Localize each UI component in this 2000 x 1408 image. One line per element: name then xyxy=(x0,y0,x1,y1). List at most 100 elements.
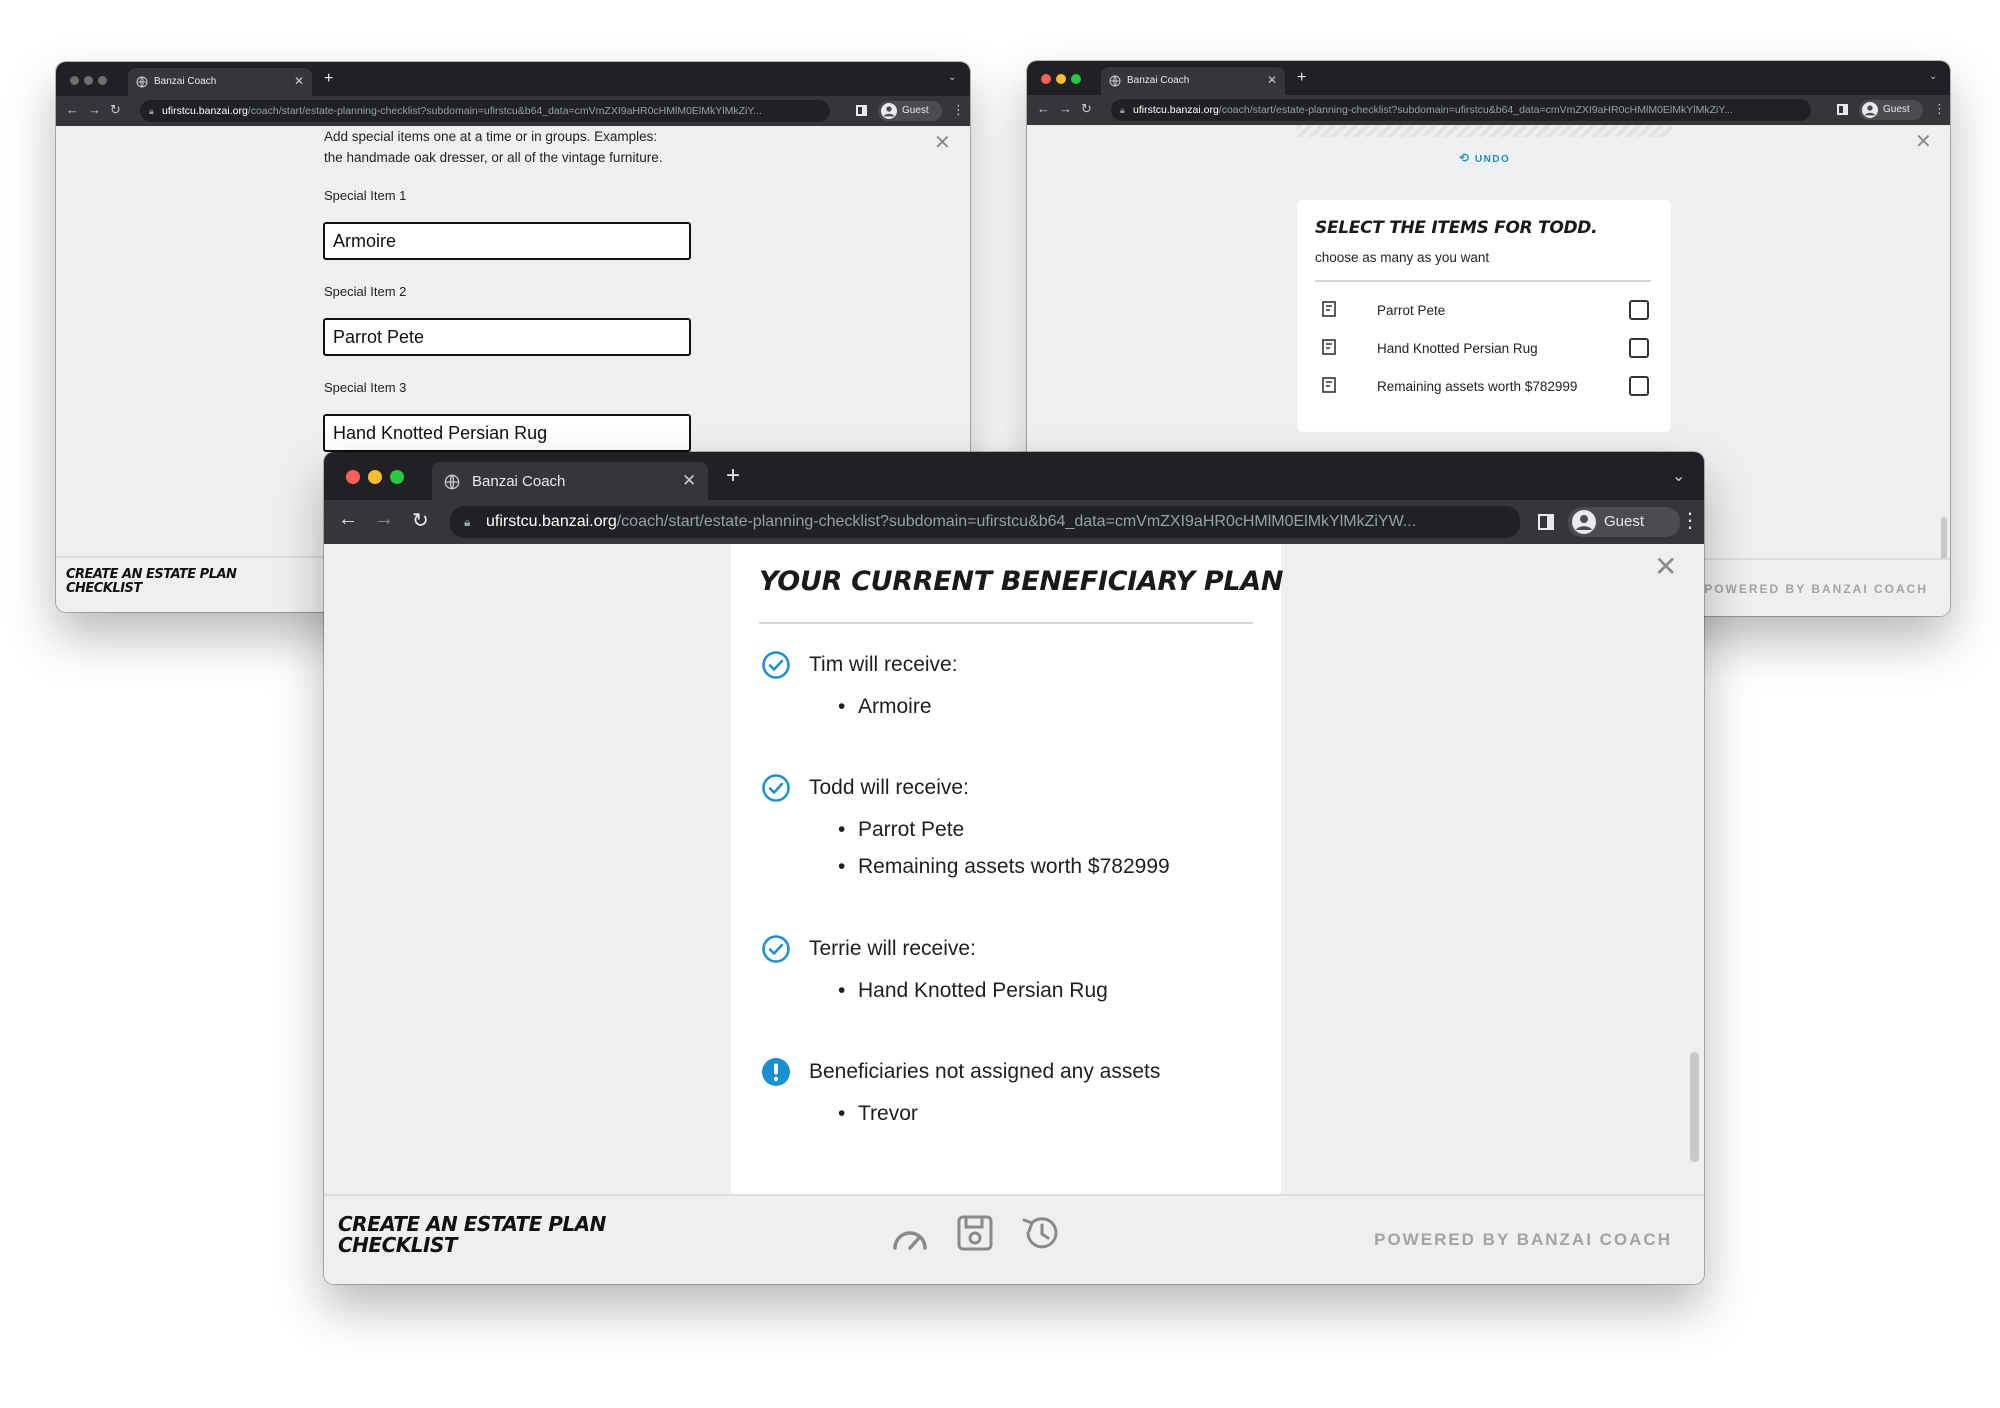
profile-button[interactable]: Guest xyxy=(1568,507,1680,537)
special-item-3-value: Hand Knotted Persian Rug xyxy=(333,423,548,443)
tab-search-chevron-icon[interactable]: ⌄ xyxy=(948,72,956,83)
hatched-divider xyxy=(1297,125,1672,137)
browser-menu-icon[interactable]: ⋮ xyxy=(1680,508,1700,533)
app-footer: Create an estate plan checklist POWERED … xyxy=(324,1194,1704,1284)
url-path: /coach/start/estate-planning-checklist?s… xyxy=(247,105,762,117)
undo-button[interactable]: ⟲ UNDO xyxy=(1459,151,1510,165)
browser-toolbar: ← → ↻ 🔒︎ ufirstcu.banzai.org/coach/start… xyxy=(56,96,970,126)
address-bar[interactable]: 🔒︎ ufirstcu.banzai.org/coach/start/estat… xyxy=(1111,99,1811,121)
unassigned-group: Beneficiaries not assigned any assets Tr… xyxy=(731,1057,1281,1157)
divider xyxy=(1315,280,1651,282)
close-icon[interactable]: ✕ xyxy=(1654,550,1677,583)
tab-close-icon[interactable]: ✕ xyxy=(1267,73,1277,87)
special-item-2-input[interactable]: Parrot Pete xyxy=(323,318,691,356)
item-card-icon xyxy=(1322,339,1336,355)
window-minimize-light[interactable] xyxy=(1056,74,1066,84)
url-host: ufirstcu.banzai.org xyxy=(486,513,617,530)
window-zoom-light[interactable] xyxy=(390,470,404,484)
check-circle-icon xyxy=(762,935,790,963)
item-card-icon xyxy=(1322,377,1336,393)
forward-arrow-icon[interactable]: → xyxy=(374,508,394,531)
window-minimize-light[interactable] xyxy=(368,470,382,484)
close-icon[interactable]: ✕ xyxy=(934,130,951,155)
list-item: Remaining assets worth $782999 xyxy=(838,855,1170,879)
brand-line-2: checklist xyxy=(66,580,142,596)
special-item-3-input[interactable]: Hand Knotted Persian Rug xyxy=(323,414,691,452)
address-bar[interactable]: 🔒︎ ufirstcu.banzai.org/coach/start/estat… xyxy=(140,100,830,122)
new-tab-button[interactable]: + xyxy=(726,462,740,490)
reload-icon[interactable]: ↻ xyxy=(110,102,121,118)
forward-arrow-icon[interactable]: → xyxy=(88,102,101,117)
tab-strip: Banzai Coach ✕ + ⌄ xyxy=(1027,61,1950,95)
brand-line-1: Create an estate plan xyxy=(338,1212,606,1236)
browser-menu-icon[interactable]: ⋮ xyxy=(1933,101,1946,117)
page-content: ✕ Your current beneficiary plan Tim will… xyxy=(324,544,1704,1194)
item-selection-card: Select the items for Todd. choose as man… xyxy=(1297,200,1671,432)
app-brand-title: Create an estate plan checklist xyxy=(66,567,237,596)
profile-button[interactable]: Guest xyxy=(1859,100,1923,120)
tab-title: Banzai Coach xyxy=(154,76,217,87)
scrollbar-thumb[interactable] xyxy=(1690,1052,1699,1162)
profile-button[interactable]: Guest xyxy=(878,101,942,121)
window-zoom-light[interactable] xyxy=(1071,74,1081,84)
browser-toolbar: ← → ↻ 🔒︎ ufirstcu.banzai.org/coach/start… xyxy=(324,500,1704,544)
side-panel-icon[interactable] xyxy=(856,105,867,116)
browser-toolbar: ← → ↻ 🔒︎ ufirstcu.banzai.org/coach/start… xyxy=(1027,95,1950,125)
browser-window-main: Banzai Coach ✕ + ⌄ ← → ↻ 🔒︎ ufirstcu.ban… xyxy=(324,452,1704,1284)
tab-search-chevron-icon[interactable]: ⌄ xyxy=(1929,71,1937,82)
beneficiary-plan-card: Your current beneficiary plan Tim will r… xyxy=(731,544,1284,1194)
item-checkbox[interactable] xyxy=(1629,376,1649,396)
history-icon[interactable] xyxy=(1020,1214,1060,1252)
tab-title: Banzai Coach xyxy=(1127,75,1190,86)
item-checkbox[interactable] xyxy=(1629,300,1649,320)
item-checkbox[interactable] xyxy=(1629,338,1649,358)
save-icon[interactable] xyxy=(956,1214,994,1252)
selection-heading: Select the items for Todd. xyxy=(1315,218,1598,238)
browser-tab[interactable]: Banzai Coach ✕ xyxy=(432,462,708,500)
profile-label: Guest xyxy=(902,105,929,116)
special-item-2-value: Parrot Pete xyxy=(333,327,425,347)
forward-arrow-icon[interactable]: → xyxy=(1059,101,1072,116)
instructions-text: Add special items one at a time or in gr… xyxy=(324,126,662,168)
back-arrow-icon[interactable]: ← xyxy=(1037,101,1050,116)
back-arrow-icon[interactable]: ← xyxy=(338,508,358,531)
window-minimize-light[interactable] xyxy=(84,76,93,85)
powered-by-label: POWERED BY BANZAI COACH xyxy=(1374,1230,1672,1249)
beneficiary-title: Tim will receive: xyxy=(809,653,958,676)
selectable-item[interactable]: Hand Knotted Persian Rug xyxy=(1297,334,1671,366)
tab-close-icon[interactable]: ✕ xyxy=(294,74,304,88)
browser-tab[interactable]: Banzai Coach ✕ xyxy=(1101,67,1285,95)
globe-icon xyxy=(444,474,460,490)
side-panel-icon[interactable] xyxy=(1538,514,1554,530)
tab-close-icon[interactable]: ✕ xyxy=(682,471,696,491)
browser-tab[interactable]: Banzai Coach ✕ xyxy=(128,68,312,96)
avatar-icon xyxy=(1862,102,1878,118)
tab-search-chevron-icon[interactable]: ⌄ xyxy=(1672,466,1685,486)
brand-line-1: Create an estate plan xyxy=(66,567,237,582)
new-tab-button[interactable]: + xyxy=(1297,69,1306,87)
reload-icon[interactable]: ↻ xyxy=(412,508,429,533)
list-item: Parrot Pete xyxy=(838,818,964,842)
browser-menu-icon[interactable]: ⋮ xyxy=(952,102,965,118)
back-arrow-icon[interactable]: ← xyxy=(66,102,79,117)
side-panel-icon[interactable] xyxy=(1837,104,1848,115)
window-close-light[interactable] xyxy=(70,76,79,85)
lock-icon: 🔒︎ xyxy=(464,515,471,529)
special-item-label: Special Item 2 xyxy=(324,284,407,299)
undo-icon: ⟲ xyxy=(1459,151,1471,165)
address-bar[interactable]: 🔒︎ ufirstcu.banzai.org/coach/start/estat… xyxy=(450,506,1520,538)
window-close-light[interactable] xyxy=(1041,74,1051,84)
window-zoom-light[interactable] xyxy=(98,76,107,85)
gauge-icon[interactable] xyxy=(890,1218,930,1252)
reload-icon[interactable]: ↻ xyxy=(1081,101,1092,117)
profile-label: Guest xyxy=(1604,513,1645,530)
url-host: ufirstcu.banzai.org xyxy=(162,105,248,117)
new-tab-button[interactable]: + xyxy=(324,70,333,88)
special-item-1-input[interactable]: Armoire xyxy=(323,222,691,260)
selectable-item[interactable]: Remaining assets worth $782999 xyxy=(1297,372,1671,404)
close-icon[interactable]: ✕ xyxy=(1915,129,1932,154)
selectable-item[interactable]: Parrot Pete xyxy=(1297,296,1671,328)
window-close-light[interactable] xyxy=(346,470,360,484)
tab-strip: Banzai Coach ✕ + ⌄ xyxy=(324,452,1704,500)
list-item: Armoire xyxy=(838,695,931,719)
